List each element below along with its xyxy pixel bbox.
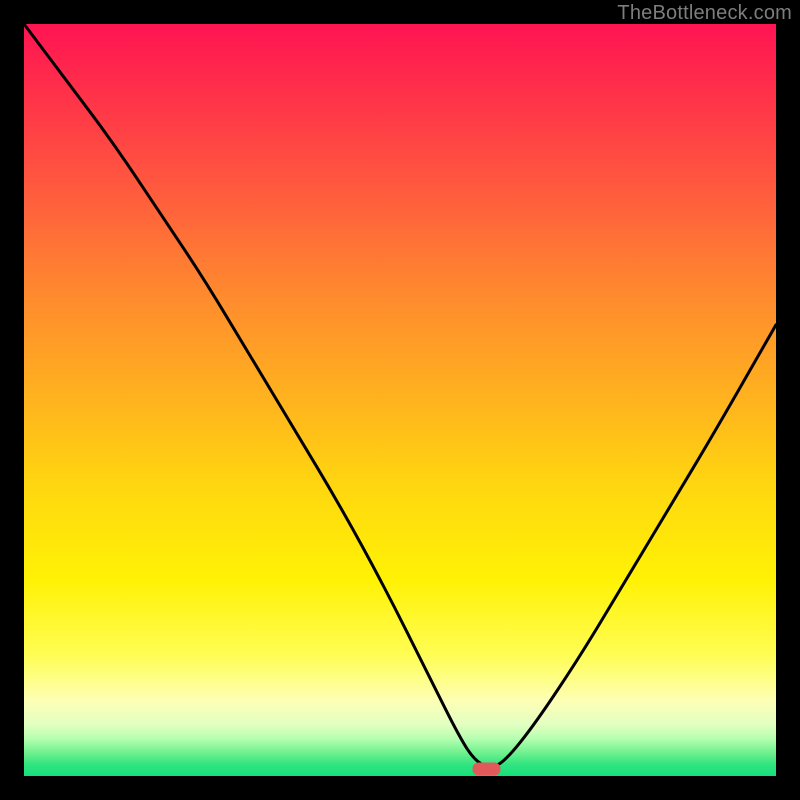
- optimal-point-marker: [473, 763, 501, 776]
- bottleneck-curve-path: [24, 24, 776, 767]
- plot-area: [24, 24, 776, 776]
- curve-layer: [24, 24, 776, 776]
- watermark-text: TheBottleneck.com: [617, 2, 792, 25]
- chart-frame: TheBottleneck.com: [0, 0, 800, 800]
